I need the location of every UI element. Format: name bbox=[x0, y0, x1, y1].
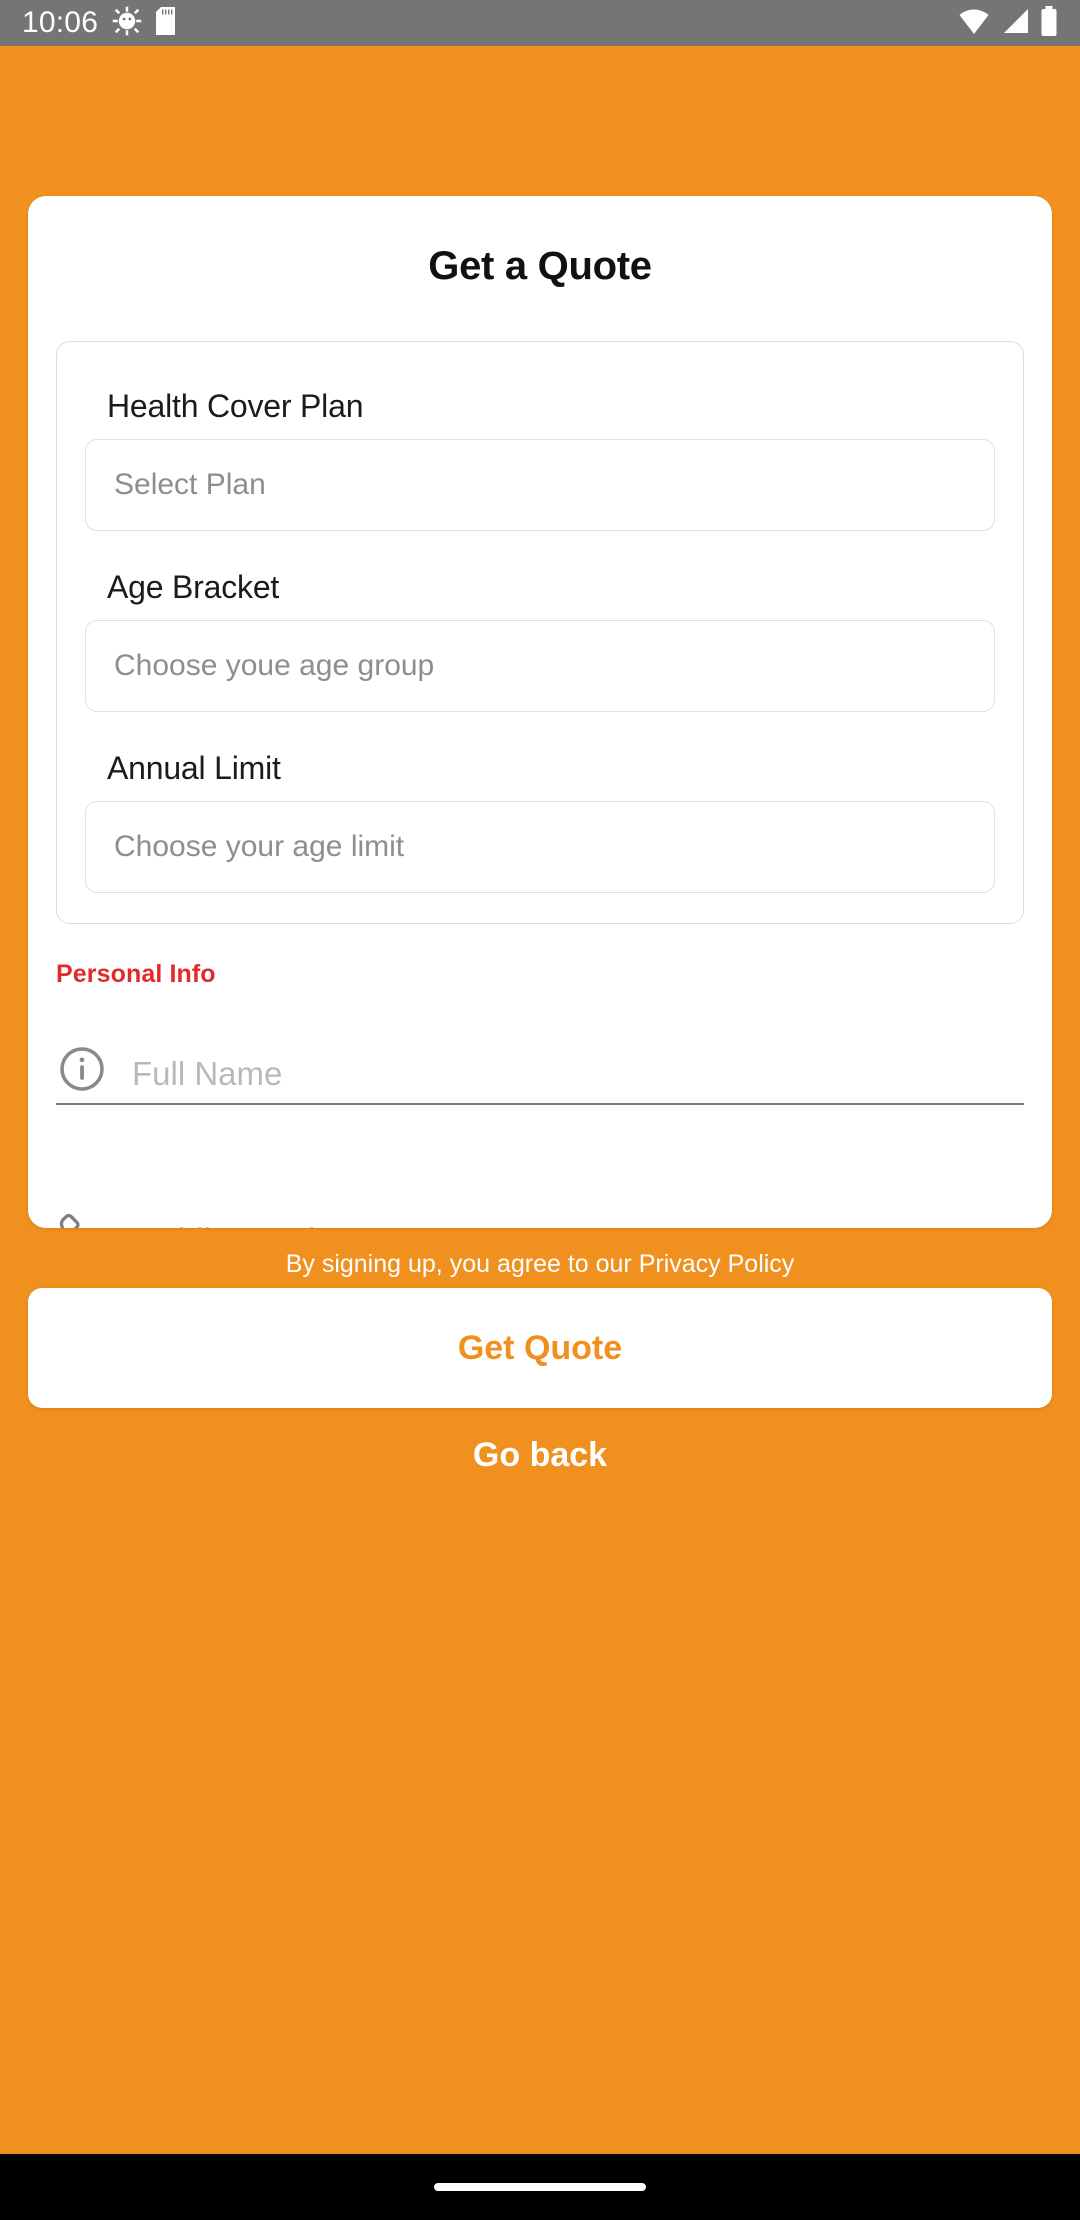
phone-icon bbox=[56, 1209, 108, 1228]
wifi-icon bbox=[958, 7, 990, 40]
status-bar-clock: 10:06 bbox=[22, 6, 99, 39]
select-annual-limit-placeholder: Choose your age limit bbox=[114, 830, 405, 863]
app-screen: Get a Quote Health Cover Plan Select Pla… bbox=[0, 46, 1080, 2154]
full-name-placeholder: Full Name bbox=[132, 1055, 283, 1092]
select-health-cover-plan-placeholder: Select Plan bbox=[114, 468, 266, 501]
select-health-cover-plan[interactable]: Select Plan bbox=[85, 439, 995, 531]
field-age-bracket: Age Bracket Choose youe age group bbox=[85, 569, 995, 712]
plan-selection-group: Health Cover Plan Select Plan Age Bracke… bbox=[56, 341, 1024, 924]
personal-info-fields: Full Name Mobile Number bbox=[56, 1019, 1024, 1228]
field-label-health-cover-plan: Health Cover Plan bbox=[107, 388, 364, 424]
privacy-policy-text[interactable]: By signing up, you agree to our Privacy … bbox=[0, 1250, 1080, 1279]
mobile-number-placeholder: Mobile Number bbox=[132, 1221, 356, 1228]
cellular-signal-icon bbox=[1000, 7, 1030, 40]
status-bar-right bbox=[958, 5, 1058, 41]
android-debug-icon bbox=[112, 6, 142, 41]
personal-info-heading: Personal Info bbox=[56, 960, 216, 988]
field-label-annual-limit: Annual Limit bbox=[107, 750, 281, 786]
status-bar: 10:06 bbox=[0, 0, 1080, 46]
field-health-cover-plan: Health Cover Plan Select Plan bbox=[85, 388, 995, 531]
field-annual-limit: Annual Limit Choose your age limit bbox=[85, 750, 995, 893]
quote-card: Get a Quote Health Cover Plan Select Pla… bbox=[28, 196, 1052, 1228]
field-label-age-bracket: Age Bracket bbox=[107, 569, 280, 605]
get-quote-button-label: Get Quote bbox=[457, 1328, 623, 1367]
battery-icon bbox=[1040, 5, 1058, 41]
go-back-button[interactable]: Go back bbox=[0, 1436, 1080, 1475]
select-age-bracket-placeholder: Choose youe age group bbox=[114, 649, 435, 682]
sd-card-icon bbox=[156, 6, 176, 40]
select-annual-limit[interactable]: Choose your age limit bbox=[85, 801, 995, 893]
select-age-bracket[interactable]: Choose youe age group bbox=[85, 620, 995, 712]
system-navigation-bar bbox=[0, 2154, 1080, 2220]
page-title: Get a Quote bbox=[428, 244, 652, 288]
info-circle-icon bbox=[56, 1043, 108, 1095]
get-quote-button[interactable]: Get Quote bbox=[28, 1288, 1052, 1408]
home-gesture-pill[interactable] bbox=[434, 2183, 646, 2191]
field-full-name[interactable]: Full Name bbox=[56, 1019, 1024, 1105]
status-bar-left: 10:06 bbox=[22, 6, 176, 41]
field-mobile-number[interactable]: Mobile Number bbox=[56, 1185, 1024, 1228]
